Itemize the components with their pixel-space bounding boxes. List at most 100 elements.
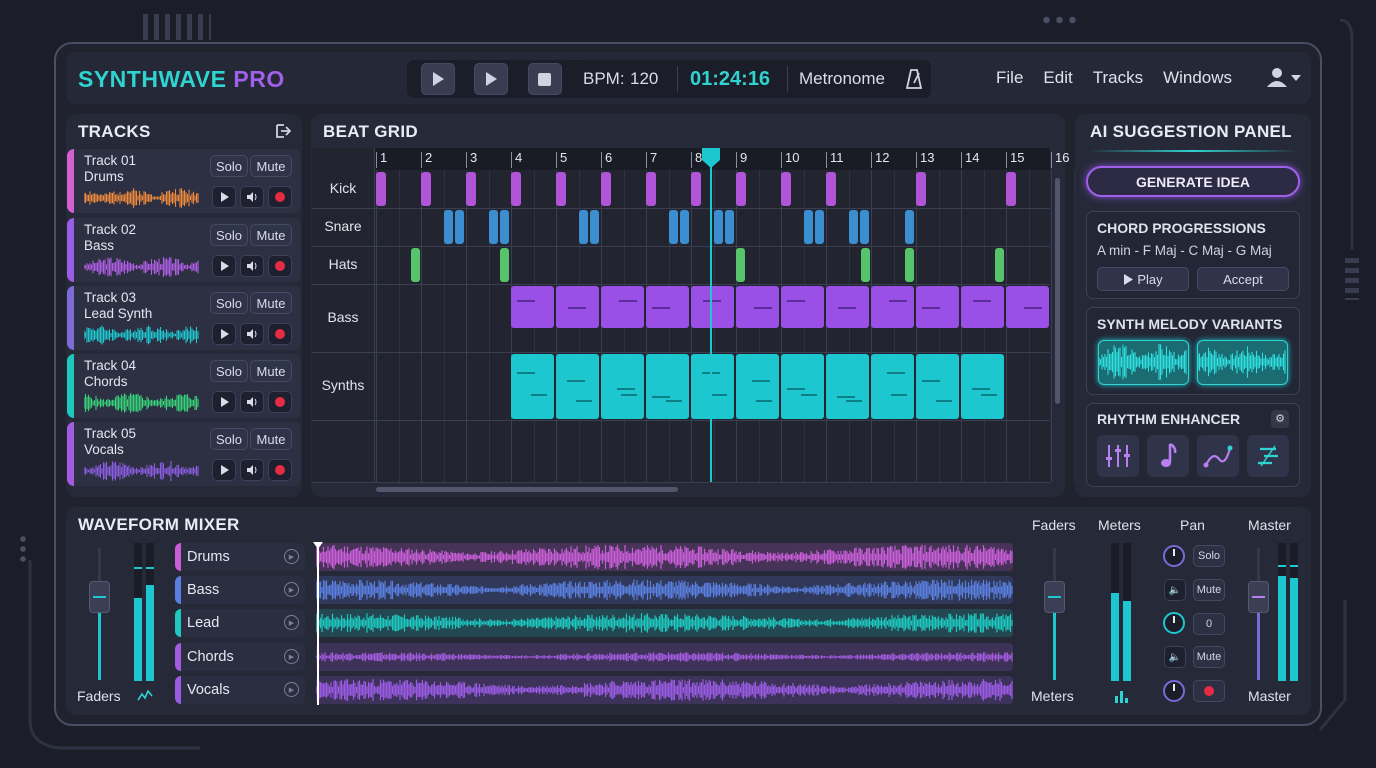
snare-step[interactable] (500, 210, 509, 244)
play-from-cursor-button[interactable] (474, 63, 509, 95)
snare-step[interactable] (669, 210, 678, 244)
track-solo-button[interactable]: Solo (210, 428, 248, 450)
mixer-waveform-lane[interactable] (315, 643, 1013, 671)
menu-windows[interactable]: Windows (1163, 68, 1232, 88)
bass-note-block[interactable] (736, 286, 779, 328)
metronome-icon[interactable] (905, 68, 923, 90)
rhythm-tool-curve[interactable] (1197, 435, 1239, 477)
track-solo-button[interactable]: Solo (210, 292, 248, 314)
channel-play-icon[interactable]: ▶ (284, 649, 299, 664)
track-mute-button[interactable]: Mute (250, 360, 292, 382)
kick-step[interactable] (781, 172, 791, 206)
track-volume-button[interactable] (240, 459, 264, 481)
snare-step[interactable] (680, 210, 689, 244)
snare-step[interactable] (725, 210, 734, 244)
play-button[interactable] (420, 63, 455, 95)
mixer-channel-label[interactable]: Drums ▶ (175, 543, 305, 571)
channel-fader-knob[interactable] (89, 581, 110, 613)
synth-note-block[interactable] (961, 354, 1004, 419)
bass-note-block[interactable] (961, 286, 1004, 328)
synth-note-block[interactable] (916, 354, 959, 419)
playhead-marker[interactable] (701, 148, 721, 168)
mixer-waveform-lane[interactable] (315, 609, 1013, 637)
grid-hscrollbar[interactable] (376, 487, 678, 492)
track-record-button[interactable] (268, 255, 292, 277)
track-row[interactable]: Track 05 Vocals Solo Mute (67, 422, 301, 486)
kick-step[interactable] (421, 172, 431, 206)
track-play-button[interactable] (212, 459, 236, 481)
rhythm-tool-note[interactable] (1147, 435, 1189, 477)
track-record-button[interactable] (268, 186, 292, 208)
track-solo-button[interactable]: Solo (210, 224, 248, 246)
snare-step[interactable] (579, 210, 588, 244)
track-mute-button[interactable]: Mute (250, 224, 292, 246)
hats-step[interactable] (905, 248, 914, 282)
track-volume-button[interactable] (240, 255, 264, 277)
bass-note-block[interactable] (781, 286, 824, 328)
mixer-channel-label[interactable]: Bass ▶ (175, 576, 305, 604)
track-row[interactable]: Track 01 Drums Solo Mute (67, 149, 301, 213)
track-solo-button[interactable]: Solo (210, 155, 248, 177)
stop-button[interactable] (527, 63, 562, 95)
kick-step[interactable] (1006, 172, 1016, 206)
synth-note-block[interactable] (691, 354, 734, 419)
synth-note-block[interactable] (826, 354, 869, 419)
track-volume-button[interactable] (240, 186, 264, 208)
record-arm-button[interactable] (1193, 680, 1225, 702)
snare-step[interactable] (849, 210, 858, 244)
snare-step[interactable] (905, 210, 914, 244)
mute-button[interactable]: Mute (1193, 646, 1225, 668)
track-play-button[interactable] (212, 323, 236, 345)
synth-note-block[interactable] (781, 354, 824, 419)
pan-knob-3[interactable] (1163, 680, 1185, 702)
rhythm-tool-mixer[interactable] (1097, 435, 1139, 477)
bass-note-block[interactable] (556, 286, 599, 328)
channel-play-icon[interactable]: ▶ (284, 582, 299, 597)
bass-note-block[interactable] (646, 286, 689, 328)
speaker-button[interactable]: 🔈 (1164, 646, 1186, 668)
synth-note-block[interactable] (646, 354, 689, 419)
snare-step[interactable] (590, 210, 599, 244)
rhythm-settings-button[interactable]: ⚙ (1271, 410, 1289, 428)
snare-step[interactable] (804, 210, 813, 244)
grid-vscrollbar[interactable] (1055, 178, 1060, 404)
pan-value[interactable]: 0 (1193, 613, 1225, 635)
channel-play-icon[interactable]: ▶ (284, 549, 299, 564)
melody-variant-2[interactable] (1197, 340, 1288, 385)
track-volume-button[interactable] (240, 391, 264, 413)
bass-note-block[interactable] (871, 286, 914, 328)
kick-step[interactable] (376, 172, 386, 206)
track-mute-button[interactable]: Mute (250, 428, 292, 450)
hats-step[interactable] (411, 248, 420, 282)
synth-note-block[interactable] (601, 354, 644, 419)
menu-file[interactable]: File (996, 68, 1023, 88)
track-record-button[interactable] (268, 391, 292, 413)
channel-play-icon[interactable]: ▶ (284, 682, 299, 697)
pan-knob-1[interactable] (1163, 545, 1185, 567)
track-volume-button[interactable] (240, 323, 264, 345)
mixer-channel-label[interactable]: Chords ▶ (175, 643, 305, 671)
bass-note-block[interactable] (691, 286, 734, 328)
mute-button[interactable]: Mute (1193, 579, 1225, 601)
track-record-button[interactable] (268, 459, 292, 481)
melody-variant-1[interactable] (1098, 340, 1189, 385)
track-row[interactable]: Track 03 Lead Synth Solo Mute (67, 286, 301, 350)
snare-step[interactable] (455, 210, 464, 244)
mixer-waveform-lane[interactable] (315, 576, 1013, 604)
synth-note-block[interactable] (736, 354, 779, 419)
generate-idea-button[interactable]: GENERATE IDEA (1086, 166, 1300, 197)
rhythm-tool-quantize[interactable] (1247, 435, 1289, 477)
group-fader-knob[interactable] (1044, 581, 1065, 613)
playhead[interactable] (710, 160, 712, 482)
metronome-label[interactable]: Metronome (799, 69, 885, 89)
channel-play-icon[interactable]: ▶ (284, 615, 299, 630)
synth-note-block[interactable] (871, 354, 914, 419)
chord-accept-button[interactable]: Accept (1197, 267, 1289, 291)
mixer-waveform-lane[interactable] (315, 543, 1013, 571)
solo-button[interactable]: Solo (1193, 545, 1225, 567)
kick-step[interactable] (916, 172, 926, 206)
pan-knob-2[interactable] (1163, 612, 1185, 634)
snare-step[interactable] (815, 210, 824, 244)
kick-step[interactable] (556, 172, 566, 206)
snare-step[interactable] (489, 210, 498, 244)
